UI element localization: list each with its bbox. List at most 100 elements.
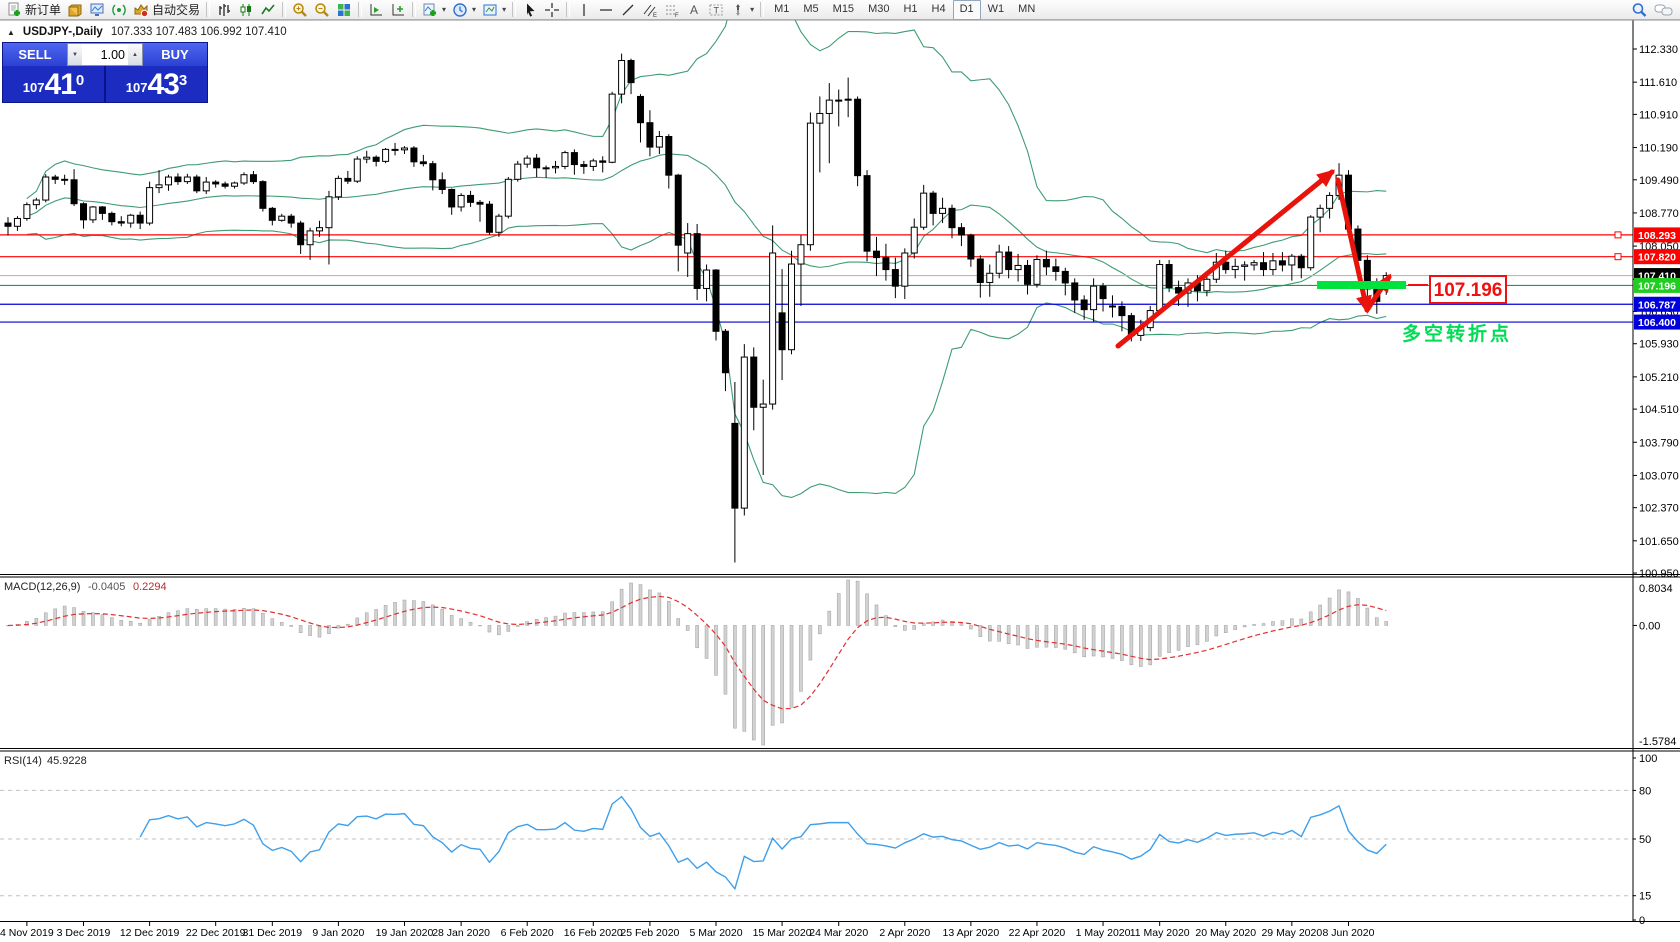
horizontal-line-button[interactable] xyxy=(595,1,617,19)
toolbar: 新订单 自动交易 ▾ ▾ ▾ E F A T ▾ M1 M5 M15 M30 H… xyxy=(0,0,1680,20)
volume-value[interactable]: 1.00 xyxy=(82,44,128,65)
svg-text:E: E xyxy=(653,13,657,18)
periods-button[interactable]: ▾ xyxy=(449,1,479,19)
date-tick-label: 13 Apr 2020 xyxy=(943,927,1000,939)
profile-button[interactable] xyxy=(64,1,86,19)
svg-text:0.8034: 0.8034 xyxy=(1639,583,1673,595)
new-chart-button[interactable]: ▾ xyxy=(419,1,449,19)
chart-canvas[interactable]: 107.196 多空转折点 MACD(12,26,9) -0.0405 0.2294 R… xyxy=(0,0,1680,942)
fibonacci-button[interactable]: F xyxy=(661,1,683,19)
autotrade-icon xyxy=(134,3,149,17)
timeframe-w1[interactable]: W1 xyxy=(981,0,1012,18)
buy-price[interactable]: 107 43 3 xyxy=(106,66,207,102)
dropdown-arrow-icon: ▾ xyxy=(442,5,447,14)
auto-trading-button[interactable]: 自动交易 xyxy=(130,1,203,19)
spinner-up-icon: ▲ xyxy=(132,51,138,58)
bar-chart-icon xyxy=(219,3,231,16)
date-tick-label: 24 Mar 2020 xyxy=(809,927,868,939)
buy-button[interactable]: BUY xyxy=(143,43,207,66)
timeframe-h1[interactable]: H1 xyxy=(896,0,924,18)
charts-button[interactable] xyxy=(86,1,108,19)
candlestick-button[interactable] xyxy=(235,1,257,19)
chat-icon xyxy=(1654,4,1673,15)
text-label-button[interactable]: T xyxy=(705,1,727,19)
signal-button[interactable] xyxy=(108,1,130,19)
timeframe-h4[interactable]: H4 xyxy=(925,0,953,18)
auto-arrange-button[interactable] xyxy=(365,1,387,19)
collapse-icon[interactable]: ▲ xyxy=(7,28,15,37)
new-order-button[interactable]: 新订单 xyxy=(3,1,64,19)
periods-icon xyxy=(453,2,467,17)
timeframe-m30[interactable]: M30 xyxy=(861,0,896,18)
date-tick-label: 3 Dec 2019 xyxy=(57,927,111,939)
line-chart-button[interactable] xyxy=(257,1,279,19)
timeframe-m15[interactable]: M15 xyxy=(826,0,861,18)
zoom-in-icon xyxy=(293,2,307,17)
date-tick-label: 28 Jan 2020 xyxy=(432,927,490,939)
cn-annotation-text[interactable]: 多空转折点 xyxy=(1402,322,1512,345)
date-tick-label: 22 Dec 2019 xyxy=(186,927,246,939)
price-tick-label: 109.490 xyxy=(1639,175,1679,187)
date-tick-label: 2 Apr 2020 xyxy=(879,927,930,939)
volume-increase-button[interactable]: ▲ xyxy=(128,44,142,65)
price-tick-label: 112.330 xyxy=(1639,44,1678,56)
turning-point-highlight[interactable] xyxy=(1317,281,1406,289)
separator xyxy=(760,2,765,17)
separator xyxy=(566,2,571,17)
chart-ohlc-label: 107.333 107.483 106.992 107.410 xyxy=(110,26,287,38)
svg-text:0.00: 0.00 xyxy=(1639,620,1660,632)
hline-handle[interactable] xyxy=(1614,253,1622,261)
date-tick-label: 29 May 2020 xyxy=(1261,927,1322,939)
date-tick-label: 16 Feb 2020 xyxy=(564,927,623,939)
crosshair-button[interactable] xyxy=(541,1,563,19)
date-tick-label: 8 Jun 2020 xyxy=(1322,927,1374,939)
chat-button[interactable] xyxy=(1651,1,1677,19)
bar-chart-button[interactable] xyxy=(213,1,235,19)
separator xyxy=(282,2,287,17)
svg-text:106.787: 106.787 xyxy=(1638,299,1676,311)
scroll-to-end-button[interactable] xyxy=(387,1,409,19)
hline-handle[interactable] xyxy=(1614,231,1622,239)
fibonacci-icon: F xyxy=(666,5,679,18)
channel-button[interactable]: E xyxy=(639,1,661,19)
crosshair-icon xyxy=(545,2,560,17)
sell-price[interactable]: 107 41 0 xyxy=(3,66,104,102)
buy-price-prefix: 107 xyxy=(125,80,148,95)
date-tick-label: 4 Nov 2019 xyxy=(0,927,54,939)
volume-decrease-button[interactable]: ▼ xyxy=(68,44,82,65)
date-tick-label: 15 Mar 2020 xyxy=(753,927,812,939)
timeframe-d1[interactable]: D1 xyxy=(952,0,981,20)
buy-price-big: 43 xyxy=(147,68,179,101)
timeframe-m5[interactable]: M5 xyxy=(796,0,825,18)
date-tick-label: 31 Dec 2019 xyxy=(243,927,303,939)
trendline-button[interactable] xyxy=(617,1,639,19)
timeframe-m1[interactable]: M1 xyxy=(767,0,796,18)
vertical-line-button[interactable] xyxy=(573,1,595,19)
charts-icon xyxy=(90,3,104,16)
svg-text:15: 15 xyxy=(1639,891,1651,903)
zoom-in-button[interactable] xyxy=(289,1,311,19)
zoom-out-button[interactable] xyxy=(311,1,333,19)
rsi-label: RSI(14) xyxy=(4,755,42,767)
mt4-window: 新订单 自动交易 ▾ ▾ ▾ E F A T ▾ M1 M5 M15 M30 H… xyxy=(0,0,1680,942)
separator xyxy=(512,2,517,17)
channel-icon: E xyxy=(643,4,657,18)
price-tick-label: 108.770 xyxy=(1639,208,1679,220)
price-tick-label: 104.510 xyxy=(1639,404,1679,416)
line-chart-icon xyxy=(261,3,275,14)
svg-text:50: 50 xyxy=(1639,834,1651,846)
svg-text:80: 80 xyxy=(1639,785,1651,797)
shapes-button[interactable]: ▾ xyxy=(727,1,757,19)
search-button[interactable] xyxy=(1628,1,1651,19)
templates-button[interactable]: ▾ xyxy=(479,1,509,19)
date-tick-label: 22 Apr 2020 xyxy=(1009,927,1066,939)
sell-button[interactable]: SELL xyxy=(3,43,67,66)
scroll-to-end-icon xyxy=(392,3,405,15)
text-button[interactable]: A xyxy=(683,1,705,19)
timeframe-mn[interactable]: MN xyxy=(1011,0,1042,18)
price-tick-label: 110.190 xyxy=(1639,143,1678,155)
tile-windows-button[interactable] xyxy=(333,1,355,19)
price-tick-label: 103.070 xyxy=(1639,470,1679,482)
sell-price-sup: 0 xyxy=(75,72,85,89)
cursor-button[interactable] xyxy=(519,1,541,19)
